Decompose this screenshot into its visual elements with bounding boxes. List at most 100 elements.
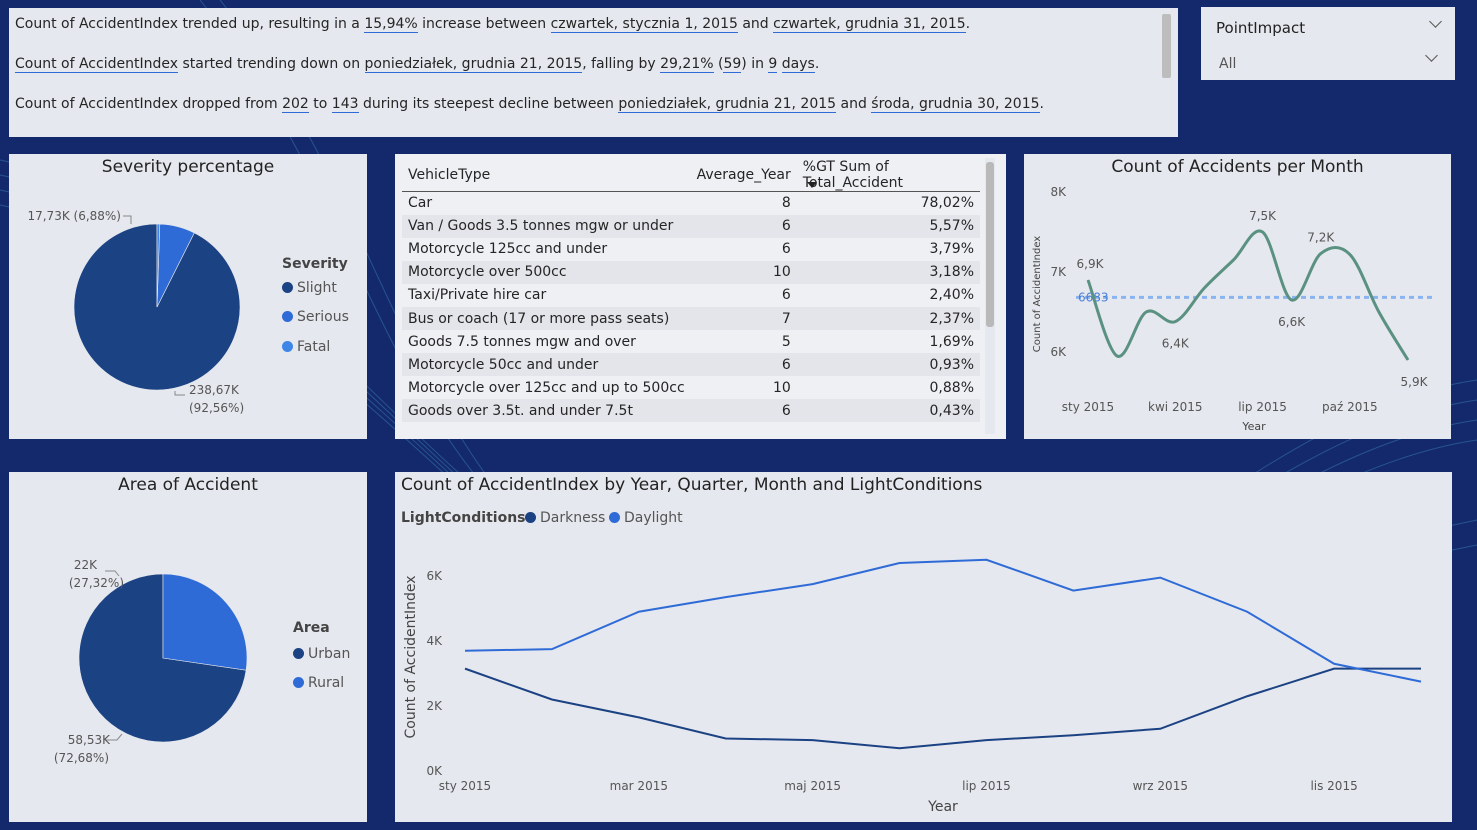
cell-vehicletype: Motorcycle 125cc and under [402, 237, 691, 261]
cell-average-year: 6 [690, 214, 797, 238]
narrative-value: 202 [282, 96, 309, 113]
column-header-vehicletype[interactable]: VehicleType [402, 159, 691, 192]
table-row[interactable]: Bus or coach (17 or more pass seats) 7 2,3… [402, 306, 980, 331]
column-header-label: %GT Sum of Total_Accident [802, 159, 903, 191]
narrative-value: poniedziałek, grudnia 21, 2015 [618, 96, 837, 113]
data-label: 17,73K (6,88%) [27, 209, 121, 223]
pie-slice-rural [162, 573, 248, 671]
series-line-darkness [464, 667, 1421, 750]
table-scrollbar[interactable] [986, 162, 994, 327]
x-axis-title: Year [1241, 420, 1266, 433]
narrative-value: 9 [768, 56, 778, 73]
legend-label: Rural [308, 675, 345, 691]
table-row[interactable]: Motorcycle 50cc and under 6 0,93% [402, 353, 980, 377]
data-label: 5,9K [1401, 375, 1429, 389]
narrative-value: poniedziałek, grudnia 21, 2015 [364, 56, 583, 73]
narrative-value: 143 [331, 96, 359, 113]
x-axis-title: Year [927, 799, 958, 815]
narrative-line-1: Count of AccidentIndex trended up, resul… [15, 16, 971, 33]
cell-vehicletype: Goods 7.5 tonnes mgw and over [402, 330, 691, 354]
cell-average-year: 6 [690, 399, 797, 423]
x-tick-label: sty 2015 [1062, 400, 1114, 414]
data-label: (27,32%) [69, 576, 124, 590]
y-tick-label: 6K [426, 569, 443, 583]
narrative-value: Count of AccidentIndex [15, 56, 178, 73]
x-tick-label: maj 2015 [784, 779, 841, 793]
chevron-down-icon[interactable] [1429, 15, 1442, 28]
series-line-daylight [464, 558, 1422, 683]
y-tick-label: 0K [426, 764, 443, 778]
legend-label: Fatal [297, 339, 331, 355]
legend-label: Serious [297, 309, 349, 325]
cell-average-year: 5 [690, 330, 797, 354]
narrative-value: 15,94% [364, 16, 418, 33]
table-header-row: VehicleType Average_Year %GT Sum of Tota… [402, 159, 980, 192]
narrative-text: . [814, 56, 820, 72]
column-header-average-year[interactable]: Average_Year [690, 159, 797, 192]
narrative-text: Count of AccidentIndex dropped from [15, 96, 283, 112]
pointimpact-slicer[interactable]: PointImpact All [1201, 7, 1455, 80]
cell-gt-sum: 3,79% [796, 237, 980, 261]
legend-dot [293, 648, 304, 659]
narrative-text: . [965, 16, 971, 32]
cell-vehicletype: Taxi/Private hire car [402, 283, 691, 307]
legend-dot [282, 341, 293, 352]
cell-gt-sum: 1,69% [796, 330, 980, 354]
area-pie-panel: Area of Accident 22K (27,32%) 58,53K (72,68… [9, 472, 367, 822]
cell-average-year: 6 [690, 353, 797, 377]
y-tick-label: 4K [426, 634, 443, 648]
table-row[interactable]: Van / Goods 3.5 tonnes mgw or under 6 5,57… [402, 214, 980, 238]
cell-vehicletype: Motorcycle over 500cc [402, 260, 691, 284]
chevron-down-icon[interactable] [1425, 49, 1438, 62]
x-tick-label: sty 2015 [439, 779, 491, 793]
data-label: 6,4K [1162, 337, 1190, 351]
table-row[interactable]: Car 8 78,02% [402, 191, 980, 215]
data-label: 238,67K [189, 383, 240, 397]
x-tick-label: kwi 2015 [1148, 400, 1202, 414]
severity-pie-chart: 17,73K (6,88%) 238,67K (92,56%) [27, 209, 244, 415]
table-row[interactable]: Taxi/Private hire car 6 2,40% [402, 283, 980, 307]
severity-pie-panel: Severity percentage 17,73K (6,88%) 238,67… [9, 154, 367, 439]
narrative-value: 59 [723, 56, 742, 73]
legend-item-rural[interactable]: Rural [293, 675, 344, 691]
cell-gt-sum: 0,43% [796, 399, 980, 423]
table-row[interactable]: Motorcycle 125cc and under 6 3,79% [402, 237, 980, 261]
y-tick-label: 7K [1050, 265, 1067, 279]
narrative-text: and [737, 16, 774, 32]
legend-dot [282, 282, 293, 293]
legend-item-slight[interactable]: Slight [282, 280, 337, 296]
narrative-text: to [308, 96, 332, 112]
narrative-value: days [781, 56, 815, 73]
data-label: 7,2K [1307, 231, 1335, 245]
narrative-text: ( [713, 56, 724, 72]
cell-gt-sum: 0,93% [796, 353, 980, 377]
cell-gt-sum: 78,02% [796, 191, 980, 215]
table-row[interactable]: Motorcycle over 500cc 10 3,18% [402, 260, 980, 284]
cell-average-year: 8 [690, 191, 797, 215]
cell-vehicletype: Goods over 3.5t. and under 7.5t [402, 399, 691, 423]
legend-item-serious[interactable]: Serious [282, 309, 349, 325]
light-conditions-panel: Count of AccidentIndex by Year, Quarter,… [395, 472, 1452, 822]
x-tick-label: lip 2015 [962, 779, 1011, 793]
narrative-scrollbar[interactable] [1162, 14, 1171, 78]
data-label: 22K [74, 558, 98, 572]
x-tick-label: mar 2015 [610, 779, 668, 793]
narrative-line-3: Count of AccidentIndex dropped from 202 … [15, 96, 1044, 113]
cell-vehicletype: Car [402, 191, 691, 215]
cell-gt-sum: 5,57% [796, 214, 980, 238]
slicer-title: PointImpact [1216, 19, 1306, 37]
cell-average-year: 7 [690, 306, 797, 331]
slicer-value[interactable]: All [1219, 56, 1236, 72]
cell-vehicletype: Motorcycle over 125cc and up to 500cc [402, 376, 691, 400]
accidents-per-month-panel: Count of Accidents per Month 6K 7K 8K sty 2… [1024, 154, 1451, 439]
column-header-gt-sum[interactable]: %GT Sum of Total_Accident [796, 159, 980, 192]
table-row[interactable]: Goods 7.5 tonnes mgw and over 5 1,69% [402, 330, 980, 354]
legend-item-fatal[interactable]: Fatal [282, 339, 330, 355]
narrative-text: ) in [741, 56, 769, 72]
y-tick-label: 8K [1050, 185, 1067, 199]
table-row[interactable]: Motorcycle over 125cc and up to 500cc 10 0… [402, 376, 980, 400]
table-row[interactable]: Goods over 3.5t. and under 7.5t 6 0,43% [402, 399, 980, 423]
narrative-text: started trending down on [178, 56, 365, 72]
y-axis-title: Count of AccidentIndex [1032, 236, 1043, 353]
legend-item-urban[interactable]: Urban [293, 646, 350, 662]
